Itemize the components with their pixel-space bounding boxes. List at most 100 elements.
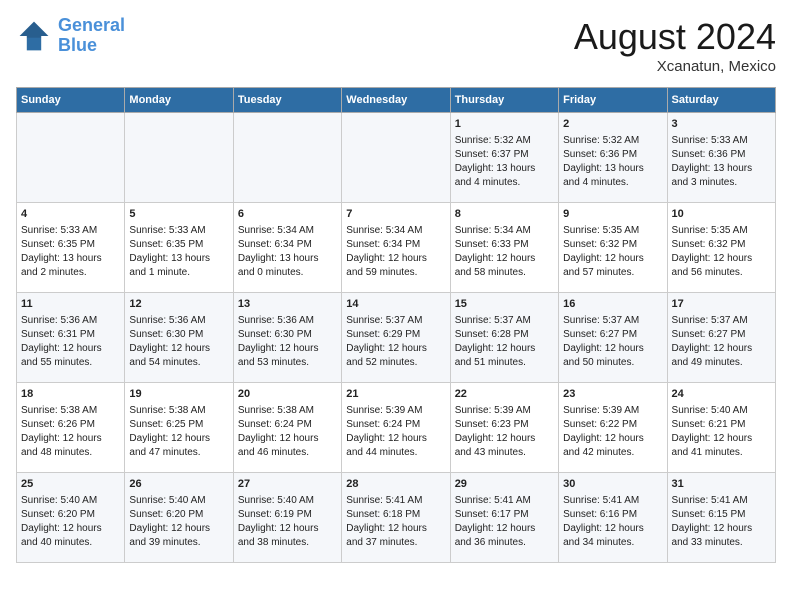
day-number: 9 [563,207,662,222]
calendar-cell: 18 Sunrise: 5:38 AM Sunset: 6:26 PM Dayli… [17,383,125,473]
calendar-cell: 17Sunrise: 5:37 AM Sunset: 6:27 PM Dayli… [667,293,775,383]
day-number: 16 [563,297,662,312]
cell-content: Sunrise: 5:34 AM Sunset: 6:34 PM Dayligh… [346,224,445,280]
day-number: 3 [672,117,771,132]
calendar-cell: 15 Sunrise: 5:37 AM Sunset: 6:28 PM Dayli… [450,293,558,383]
day-number: 10 [672,207,771,222]
day-number: 5 [129,207,228,222]
calendar-week-4: 18 Sunrise: 5:38 AM Sunset: 6:26 PM Dayli… [17,383,776,473]
calendar-cell: 22 Sunrise: 5:39 AM Sunset: 6:23 PM Dayli… [450,383,558,473]
logo: General Blue [16,16,125,56]
cell-content: Sunrise: 5:37 AM Sunset: 6:27 PM Dayligh… [563,314,662,370]
day-number: 15 [455,297,554,312]
calendar-cell: 2Sunrise: 5:32 AM Sunset: 6:36 PM Daylig… [559,113,667,203]
calendar-cell: 31 Sunrise: 5:41 AM Sunset: 6:15 PM Dayli… [667,473,775,563]
cell-content: Sunrise: 5:34 AM Sunset: 6:34 PM Dayligh… [238,224,337,280]
day-number: 25 [21,477,120,492]
cell-content: Sunrise: 5:32 AM Sunset: 6:36 PM Dayligh… [563,134,662,190]
header-saturday: Saturday [667,88,775,113]
calendar-week-2: 4 Sunrise: 5:33 AM Sunset: 6:35 PM Daylig… [17,203,776,293]
cell-content: Sunrise: 5:33 AM Sunset: 6:35 PM Dayligh… [129,224,228,280]
cell-content: Sunrise: 5:40 AM Sunset: 6:21 PM Dayligh… [672,404,771,460]
calendar-cell: 21 Sunrise: 5:39 AM Sunset: 6:24 PM Dayli… [342,383,450,473]
cell-content: Sunrise: 5:41 AM Sunset: 6:16 PM Dayligh… [563,494,662,550]
month-year: August 2024 [574,16,776,58]
day-number: 12 [129,297,228,312]
cell-content: Sunrise: 5:40 AM Sunset: 6:19 PM Dayligh… [238,494,337,550]
cell-content: Sunrise: 5:41 AM Sunset: 6:17 PM Dayligh… [455,494,554,550]
day-number: 21 [346,387,445,402]
cell-content: Sunrise: 5:39 AM Sunset: 6:24 PM Dayligh… [346,404,445,460]
day-number: 13 [238,297,337,312]
header-tuesday: Tuesday [233,88,341,113]
cell-content: Sunrise: 5:34 AM Sunset: 6:33 PM Dayligh… [455,224,554,280]
cell-content: Sunrise: 5:37 AM Sunset: 6:28 PM Dayligh… [455,314,554,370]
header-thursday: Thursday [450,88,558,113]
day-number: 4 [21,207,120,222]
cell-content: Sunrise: 5:32 AM Sunset: 6:37 PM Dayligh… [455,134,554,190]
day-number: 29 [455,477,554,492]
day-number: 27 [238,477,337,492]
calendar-cell [125,113,233,203]
calendar-table: Sunday Monday Tuesday Wednesday Thursday… [16,87,776,563]
calendar-cell: 1 Sunrise: 5:32 AM Sunset: 6:37 PM Daylig… [450,113,558,203]
day-number: 6 [238,207,337,222]
day-number: 22 [455,387,554,402]
header-row: Sunday Monday Tuesday Wednesday Thursday… [17,88,776,113]
day-number: 26 [129,477,228,492]
day-number: 8 [455,207,554,222]
calendar-body: 1 Sunrise: 5:32 AM Sunset: 6:37 PM Daylig… [17,113,776,563]
calendar-cell: 24 Sunrise: 5:40 AM Sunset: 6:21 PM Dayli… [667,383,775,473]
day-number: 24 [672,387,771,402]
calendar-cell: 23Sunrise: 5:39 AM Sunset: 6:22 PM Dayli… [559,383,667,473]
header-wednesday: Wednesday [342,88,450,113]
title-block: August 2024 Xcanatun, Mexico [574,16,776,75]
day-number: 1 [455,117,554,132]
logo-text: General Blue [58,16,125,56]
calendar-cell: 19Sunrise: 5:38 AM Sunset: 6:25 PM Dayli… [125,383,233,473]
calendar-cell: 11 Sunrise: 5:36 AM Sunset: 6:31 PM Dayli… [17,293,125,383]
calendar-week-5: 25 Sunrise: 5:40 AM Sunset: 6:20 PM Dayli… [17,473,776,563]
calendar-cell: 29 Sunrise: 5:41 AM Sunset: 6:17 PM Dayli… [450,473,558,563]
page-header: General Blue August 2024 Xcanatun, Mexic… [16,16,776,75]
calendar-week-3: 11 Sunrise: 5:36 AM Sunset: 6:31 PM Dayli… [17,293,776,383]
cell-content: Sunrise: 5:41 AM Sunset: 6:15 PM Dayligh… [672,494,771,550]
location: Xcanatun, Mexico [574,58,776,75]
cell-content: Sunrise: 5:39 AM Sunset: 6:23 PM Dayligh… [455,404,554,460]
calendar-cell: 8 Sunrise: 5:34 AM Sunset: 6:33 PM Daylig… [450,203,558,293]
calendar-header: Sunday Monday Tuesday Wednesday Thursday… [17,88,776,113]
day-number: 14 [346,297,445,312]
cell-content: Sunrise: 5:36 AM Sunset: 6:31 PM Dayligh… [21,314,120,370]
day-number: 11 [21,297,120,312]
cell-content: Sunrise: 5:40 AM Sunset: 6:20 PM Dayligh… [21,494,120,550]
cell-content: Sunrise: 5:35 AM Sunset: 6:32 PM Dayligh… [563,224,662,280]
cell-content: Sunrise: 5:36 AM Sunset: 6:30 PM Dayligh… [129,314,228,370]
calendar-cell: 4 Sunrise: 5:33 AM Sunset: 6:35 PM Daylig… [17,203,125,293]
calendar-cell [342,113,450,203]
day-number: 18 [21,387,120,402]
calendar-cell [233,113,341,203]
cell-content: Sunrise: 5:41 AM Sunset: 6:18 PM Dayligh… [346,494,445,550]
calendar-cell: 13 Sunrise: 5:36 AM Sunset: 6:30 PM Dayli… [233,293,341,383]
calendar-cell: 26Sunrise: 5:40 AM Sunset: 6:20 PM Dayli… [125,473,233,563]
cell-content: Sunrise: 5:39 AM Sunset: 6:22 PM Dayligh… [563,404,662,460]
day-number: 7 [346,207,445,222]
calendar-cell: 9 Sunrise: 5:35 AM Sunset: 6:32 PM Daylig… [559,203,667,293]
calendar-cell: 7 Sunrise: 5:34 AM Sunset: 6:34 PM Daylig… [342,203,450,293]
calendar-week-1: 1 Sunrise: 5:32 AM Sunset: 6:37 PM Daylig… [17,113,776,203]
cell-content: Sunrise: 5:35 AM Sunset: 6:32 PM Dayligh… [672,224,771,280]
calendar-cell: 20Sunrise: 5:38 AM Sunset: 6:24 PM Dayli… [233,383,341,473]
calendar-cell: 30Sunrise: 5:41 AM Sunset: 6:16 PM Dayli… [559,473,667,563]
calendar-cell: 12 Sunrise: 5:36 AM Sunset: 6:30 PM Dayli… [125,293,233,383]
calendar-cell: 6 Sunrise: 5:34 AM Sunset: 6:34 PM Daylig… [233,203,341,293]
header-friday: Friday [559,88,667,113]
calendar-cell: 25 Sunrise: 5:40 AM Sunset: 6:20 PM Dayli… [17,473,125,563]
day-number: 17 [672,297,771,312]
day-number: 31 [672,477,771,492]
cell-content: Sunrise: 5:38 AM Sunset: 6:26 PM Dayligh… [21,404,120,460]
cell-content: Sunrise: 5:38 AM Sunset: 6:25 PM Dayligh… [129,404,228,460]
cell-content: Sunrise: 5:36 AM Sunset: 6:30 PM Dayligh… [238,314,337,370]
cell-content: Sunrise: 5:33 AM Sunset: 6:35 PM Dayligh… [21,224,120,280]
cell-content: Sunrise: 5:33 AM Sunset: 6:36 PM Dayligh… [672,134,771,190]
day-number: 20 [238,387,337,402]
